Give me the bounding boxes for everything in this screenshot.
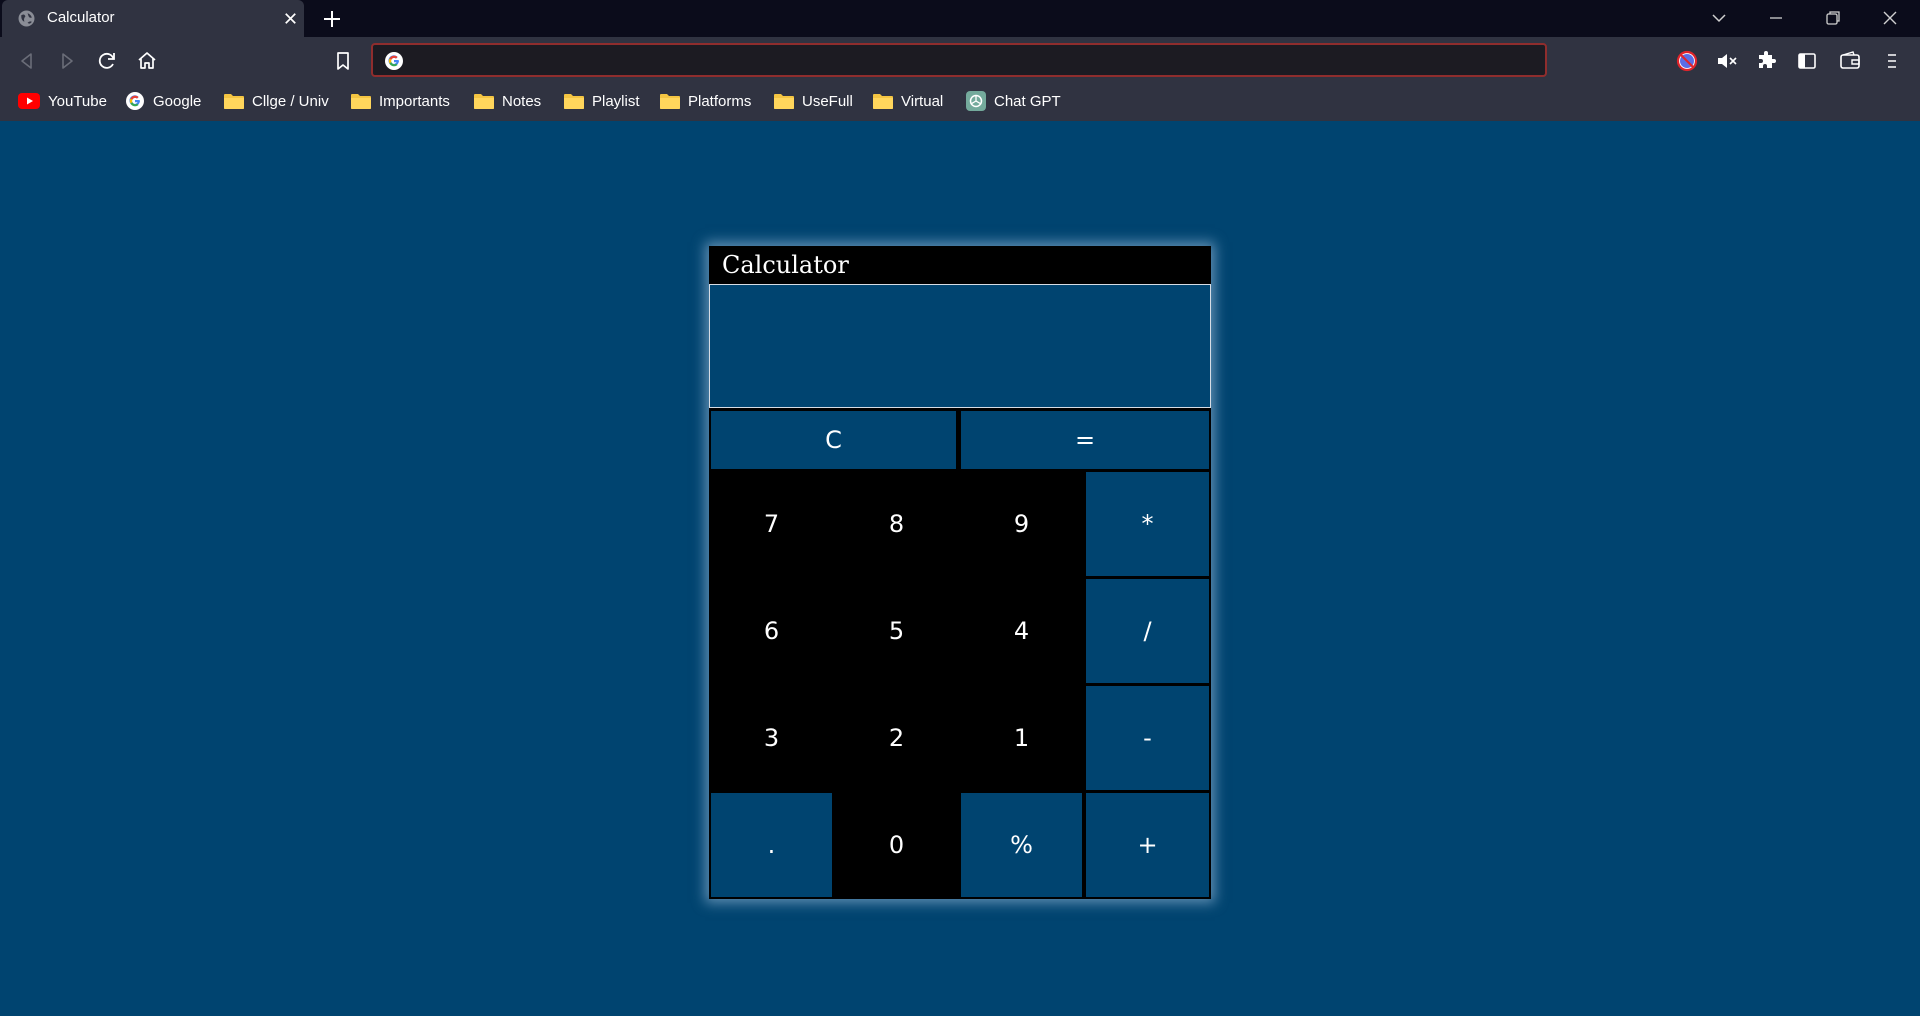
forward-icon[interactable]: [55, 49, 79, 73]
bookmark-label: YouTube: [48, 92, 107, 110]
browser-toolbar: YouTube Google Cllge / Univ Importants N…: [0, 37, 1920, 121]
new-tab-icon[interactable]: [320, 7, 344, 31]
bookmark-folder-cllge-univ[interactable]: Cllge / Univ: [224, 87, 329, 115]
percent-button[interactable]: %: [961, 793, 1082, 897]
back-icon[interactable]: [15, 49, 39, 73]
bookmark-folder-virtual[interactable]: Virtual: [873, 87, 943, 115]
sidebar-icon[interactable]: [1795, 49, 1819, 73]
restore-icon[interactable]: [1821, 6, 1845, 30]
bookmark-folder-usefull[interactable]: UseFull: [774, 87, 853, 115]
bookmark-label: Platforms: [688, 92, 752, 110]
folder-icon: [351, 94, 371, 109]
bookmark-google[interactable]: Google: [125, 87, 201, 115]
bookmark-label: UseFull: [802, 92, 853, 110]
window-close-icon[interactable]: [1878, 6, 1902, 30]
tab-calculator[interactable]: Calculator: [2, 0, 304, 37]
bookmark-chat-gpt[interactable]: Chat GPT: [966, 87, 1061, 115]
bookmark-folder-platforms[interactable]: Platforms: [660, 87, 751, 115]
key-0[interactable]: 0: [836, 793, 957, 897]
subtract-button[interactable]: -: [1086, 686, 1209, 790]
folder-icon: [660, 94, 680, 109]
multiply-button[interactable]: *: [1086, 472, 1209, 576]
bookmark-label: Chat GPT: [994, 92, 1061, 110]
bookmarks-bar: YouTube Google Cllge / Univ Importants N…: [0, 87, 1920, 115]
wallet-icon[interactable]: [1838, 49, 1862, 73]
key-6[interactable]: 6: [711, 579, 832, 683]
calculator-title: Calculator: [709, 246, 1211, 284]
bookmark-folder-notes[interactable]: Notes: [474, 87, 541, 115]
add-button[interactable]: +: [1086, 793, 1209, 897]
bookmark-youtube[interactable]: YouTube: [18, 87, 107, 115]
calculator: Calculator C = 7 8 9 * 6 5 4 / 3 2 1 - .…: [709, 246, 1211, 899]
bookmark-label: Importants: [379, 92, 450, 110]
bookmark-label: Playlist: [592, 92, 640, 110]
reload-icon[interactable]: [95, 49, 119, 73]
tab-strip: Calculator: [0, 0, 1920, 37]
key-1[interactable]: 1: [961, 686, 1082, 790]
shield-blocked-icon[interactable]: [1675, 49, 1699, 73]
bookmark-label: Virtual: [901, 92, 944, 110]
key-8[interactable]: 8: [836, 472, 957, 576]
google-icon: [126, 92, 144, 110]
folder-icon: [873, 94, 893, 109]
equals-button[interactable]: =: [961, 411, 1209, 469]
bookmark-folder-playlist[interactable]: Playlist: [564, 87, 640, 115]
key-3[interactable]: 3: [711, 686, 832, 790]
decimal-button[interactable]: .: [711, 793, 832, 897]
globe-icon: [18, 10, 35, 27]
divide-button[interactable]: /: [1086, 579, 1209, 683]
folder-icon: [474, 94, 494, 109]
key-4[interactable]: 4: [961, 579, 1082, 683]
tab-list-icon[interactable]: [1707, 6, 1731, 30]
address-bar[interactable]: [371, 43, 1547, 77]
home-icon[interactable]: [135, 49, 159, 73]
bookmark-label: Notes: [502, 92, 542, 110]
folder-icon: [564, 94, 584, 109]
tab-close-icon[interactable]: [281, 9, 300, 28]
bookmark-icon[interactable]: [331, 49, 355, 73]
clear-button[interactable]: C: [711, 411, 956, 469]
bookmark-label: Cllge / Univ: [252, 92, 329, 110]
mute-icon[interactable]: [1715, 49, 1739, 73]
tab-title: Calculator: [47, 9, 115, 26]
chatgpt-icon: [966, 91, 986, 111]
key-9[interactable]: 9: [961, 472, 1082, 576]
key-7[interactable]: 7: [711, 472, 832, 576]
calculator-display[interactable]: [709, 284, 1211, 408]
bookmark-label: Google: [153, 92, 202, 110]
key-5[interactable]: 5: [836, 579, 957, 683]
folder-icon: [774, 94, 794, 109]
minimize-icon[interactable]: [1764, 6, 1788, 30]
youtube-icon: [18, 93, 40, 109]
bookmark-folder-importants[interactable]: Importants: [351, 87, 450, 115]
extensions-icon[interactable]: [1755, 49, 1779, 73]
address-input[interactable]: [415, 49, 1519, 73]
folder-icon: [224, 94, 244, 109]
google-icon: [385, 52, 403, 70]
menu-icon[interactable]: [1880, 49, 1904, 73]
key-2[interactable]: 2: [836, 686, 957, 790]
